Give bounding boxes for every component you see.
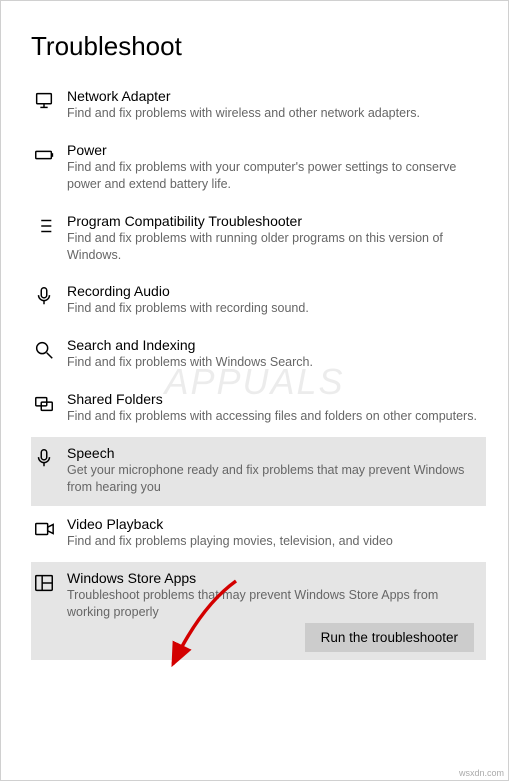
item-title: Shared Folders: [67, 391, 480, 407]
troubleshoot-item-windows-store-apps[interactable]: Windows Store Apps Troubleshoot problems…: [31, 562, 486, 661]
program-compatibility-icon: [33, 213, 67, 264]
item-title: Recording Audio: [67, 283, 480, 299]
troubleshoot-item-program-compatibility[interactable]: Program Compatibility Troubleshooter Fin…: [31, 205, 486, 274]
network-adapter-icon: [33, 88, 67, 122]
page-title: Troubleshoot: [31, 31, 486, 62]
troubleshoot-item-speech[interactable]: Speech Get your microphone ready and fix…: [31, 437, 486, 506]
footer-text: wsxdn.com: [459, 768, 504, 778]
troubleshoot-item-shared-folders[interactable]: Shared Folders Find and fix problems wit…: [31, 383, 486, 435]
item-title: Video Playback: [67, 516, 480, 532]
troubleshoot-item-video-playback[interactable]: Video Playback Find and fix problems pla…: [31, 508, 486, 560]
item-title: Windows Store Apps: [67, 570, 480, 586]
power-icon: [33, 142, 67, 193]
item-title: Speech: [67, 445, 480, 461]
item-desc: Find and fix problems with running older…: [67, 230, 480, 264]
troubleshoot-item-power[interactable]: Power Find and fix problems with your co…: [31, 134, 486, 203]
item-title: Power: [67, 142, 480, 158]
item-desc: Find and fix problems playing movies, te…: [67, 533, 480, 550]
item-title: Network Adapter: [67, 88, 480, 104]
search-icon: [33, 337, 67, 371]
troubleshoot-item-search-indexing[interactable]: Search and Indexing Find and fix problem…: [31, 329, 486, 381]
shared-folders-icon: [33, 391, 67, 425]
item-desc: Find and fix problems with your computer…: [67, 159, 480, 193]
troubleshoot-item-network-adapter[interactable]: Network Adapter Find and fix problems wi…: [31, 80, 486, 132]
video-playback-icon: [33, 516, 67, 550]
item-title: Program Compatibility Troubleshooter: [67, 213, 480, 229]
item-desc: Find and fix problems with wireless and …: [67, 105, 480, 122]
microphone-icon: [33, 445, 67, 496]
item-desc: Troubleshoot problems that may prevent W…: [67, 587, 480, 621]
item-desc: Get your microphone ready and fix proble…: [67, 462, 480, 496]
troubleshoot-item-recording-audio[interactable]: Recording Audio Find and fix problems wi…: [31, 275, 486, 327]
run-troubleshooter-button[interactable]: Run the troubleshooter: [305, 623, 474, 652]
item-desc: Find and fix problems with recording sou…: [67, 300, 480, 317]
microphone-icon: [33, 283, 67, 317]
item-desc: Find and fix problems with Windows Searc…: [67, 354, 480, 371]
item-title: Search and Indexing: [67, 337, 480, 353]
windows-store-apps-icon: [33, 570, 67, 621]
item-desc: Find and fix problems with accessing fil…: [67, 408, 480, 425]
